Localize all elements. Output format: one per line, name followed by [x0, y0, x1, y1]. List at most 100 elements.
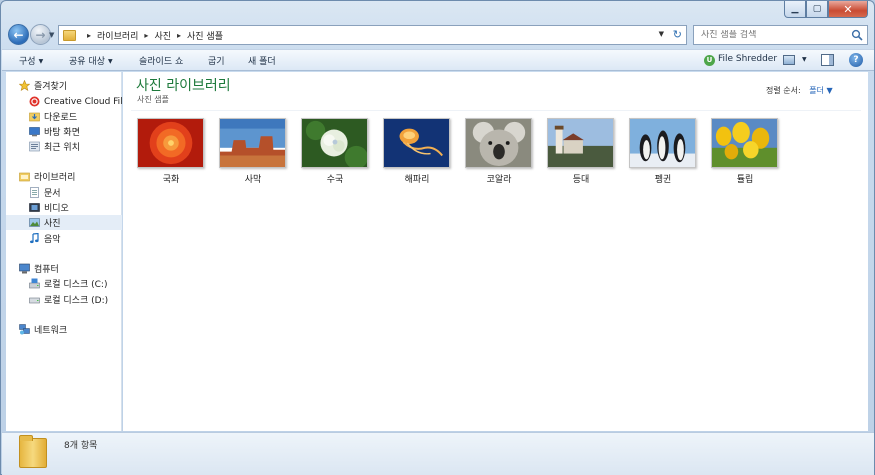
organize-label: 구성 [19, 57, 36, 67]
tulips-thumbnail [711, 118, 778, 168]
breadcrumb-sample-pictures[interactable]: 사진 샘플 [187, 29, 223, 42]
nav-item-label: 로컬 디스크 (D:) [44, 296, 109, 306]
share-menu[interactable]: 공유 대상 ▼ [69, 54, 113, 67]
system-drive-icon [29, 278, 40, 289]
organize-menu[interactable]: 구성 ▼ [19, 54, 43, 67]
view-options-dropdown[interactable]: ▼ [799, 55, 807, 65]
file-name: 펭귄 [654, 175, 672, 185]
computer-icon [19, 263, 30, 274]
file-tile-penguins[interactable]: 펭귄 [628, 118, 696, 188]
folder-icon [63, 29, 76, 41]
back-button[interactable]: ← [8, 24, 29, 45]
file-tile-koala[interactable]: 코알라 [464, 118, 532, 188]
file-name: 사막 [244, 175, 262, 185]
music-note-icon [30, 233, 39, 244]
library-title: 사진 라이브러리 [136, 78, 231, 94]
slideshow-button[interactable]: 슬라이드 쇼 [139, 54, 183, 67]
file-name: 코알라 [486, 175, 512, 185]
caption-buttons: ▁ ▢ ✕ [784, 1, 868, 18]
search-icon[interactable] [851, 29, 863, 41]
nav-favorites[interactable]: 즐겨찾기 [19, 78, 135, 93]
new-folder-button[interactable]: 새 폴더 [248, 54, 276, 67]
arrange-by-dropdown[interactable]: 폴더 ▼ [809, 86, 832, 95]
nav-computer[interactable]: 컴퓨터 [19, 261, 135, 276]
nav-item-label: 비디오 [44, 204, 69, 214]
chevron-down-icon: ▼ [802, 56, 807, 63]
arrange-label: 정렬 순서: [766, 86, 801, 95]
minimize-button[interactable]: ▁ [784, 1, 806, 18]
chevron-down-icon: ▼ [38, 58, 44, 65]
videos-icon [29, 203, 40, 212]
nav-item-label: 최근 위치 [44, 143, 80, 153]
chevron-right-icon[interactable]: ▸ [87, 31, 91, 40]
recent-pages-dropdown[interactable]: ▼ [49, 31, 54, 39]
file-tile-hydrangeas[interactable]: 수국 [300, 118, 368, 188]
search-input[interactable] [701, 30, 851, 40]
navigation-pane: 즐겨찾기 Creative Cloud Files 다운로드 바탕 화면 최근 … [6, 72, 133, 431]
nav-item-label: 사진 [44, 219, 61, 229]
nav-libraries[interactable]: 라이브러리 [19, 169, 135, 184]
jellyfish-thumbnail [383, 118, 450, 168]
divider [131, 110, 861, 111]
creative-cloud-icon [29, 96, 40, 107]
desert-thumbnail [219, 118, 286, 168]
breadcrumb-libraries[interactable]: 라이브러리 [97, 29, 138, 42]
nav-item-label: 로컬 디스크 (C:) [44, 280, 108, 290]
maximize-button[interactable]: ▢ [806, 1, 828, 18]
penguins-thumbnail [629, 118, 696, 168]
nav-favorites-label: 즐겨찾기 [34, 82, 68, 92]
arrange-value: 폴더 [809, 86, 824, 95]
file-name: 등대 [572, 175, 590, 185]
file-tile-desert[interactable]: 사막 [218, 118, 286, 188]
star-icon [19, 80, 30, 91]
details-pane: 8개 항목 [2, 432, 874, 475]
file-shredder-label: File Shredder [718, 54, 778, 64]
breadcrumb-pictures[interactable]: 사진 [154, 29, 171, 42]
close-button[interactable]: ✕ [828, 1, 868, 18]
documents-icon [30, 187, 39, 198]
local-drive-icon [29, 297, 40, 304]
lighthouse-thumbnail [547, 118, 614, 168]
burn-button[interactable]: 굽기 [208, 54, 225, 67]
nav-item-label: 음악 [44, 235, 61, 245]
desktop-icon [29, 127, 40, 137]
nav-network-label: 네트워크 [34, 326, 68, 336]
nav-item-label: 다운로드 [44, 113, 78, 123]
help-icon[interactable]: ? [849, 53, 863, 67]
address-dropdown-icon[interactable]: ▼ [659, 30, 664, 38]
arrange-by: 정렬 순서: 폴더 ▼ [766, 85, 833, 96]
file-shredder-button[interactable]: U File Shredder [704, 54, 777, 66]
item-count: 8개 항목 [64, 441, 98, 451]
nav-item-label: 바탕 화면 [44, 128, 80, 138]
chevron-down-icon: ▼ [107, 58, 113, 65]
refresh-icon[interactable]: ↻ [673, 28, 682, 41]
hydrangeas-thumbnail [301, 118, 368, 168]
file-tile-jellyfish[interactable]: 해파리 [382, 118, 450, 188]
address-bar[interactable]: ▸ 라이브러리 ▸ 사진 ▸ 사진 샘플 ▼ ↻ [58, 25, 687, 45]
chrysanthemum-thumbnail [137, 118, 204, 168]
libraries-icon [19, 172, 30, 182]
nav-item-pictures[interactable]: 사진 [6, 215, 122, 230]
library-subtitle: 사진 샘플 [137, 95, 169, 104]
preview-pane-icon[interactable] [821, 54, 834, 66]
file-list-pane: 사진 라이브러리 사진 샘플 정렬 순서: 폴더 ▼ 국화 사막 수국 해파리 … [123, 72, 868, 431]
file-name: 수국 [326, 175, 344, 185]
search-box[interactable] [693, 25, 868, 45]
nav-network[interactable]: 네트워크 [19, 322, 135, 337]
share-label: 공유 대상 [69, 57, 105, 67]
folder-icon [19, 435, 47, 468]
file-name: 국화 [162, 175, 180, 185]
file-tile-tulips[interactable]: 튤립 [710, 118, 778, 188]
pictures-icon [29, 218, 40, 227]
file-name: 튤립 [736, 175, 754, 185]
change-view-icon[interactable] [783, 55, 795, 65]
chevron-right-icon[interactable]: ▸ [144, 31, 148, 40]
forward-button[interactable]: → [30, 24, 51, 45]
file-tile-chrysanthemum[interactable]: 국화 [136, 118, 204, 188]
downloads-folder-icon [29, 112, 40, 122]
nav-computer-label: 컴퓨터 [34, 265, 59, 275]
chevron-down-icon: ▼ [826, 86, 833, 95]
file-tile-lighthouse[interactable]: 등대 [546, 118, 614, 188]
chevron-right-icon[interactable]: ▸ [177, 31, 181, 40]
nav-item-label: 문서 [44, 189, 61, 199]
